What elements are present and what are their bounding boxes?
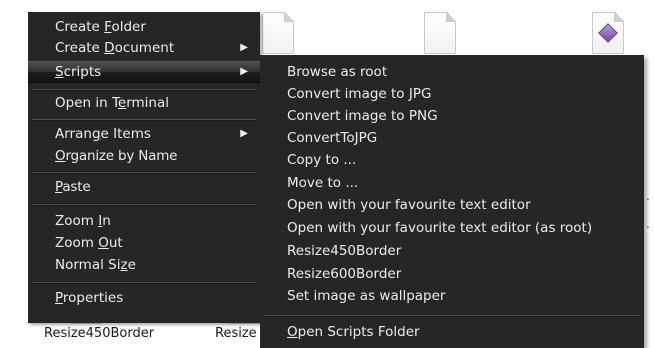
script-item-converttojpg[interactable]: ConvertToJPG bbox=[260, 127, 644, 149]
submenu-arrow-icon: ▶ bbox=[240, 66, 248, 77]
menu-item-label: aste bbox=[62, 179, 91, 195]
menu-item-label: Normal Si bbox=[55, 257, 121, 273]
script-item-copy-to[interactable]: Copy to ... bbox=[260, 149, 644, 171]
menu-item-normal-size[interactable]: Normal Size bbox=[28, 254, 260, 276]
menu-item-label: ut bbox=[108, 235, 123, 251]
menu-item-label: rminal bbox=[126, 95, 170, 111]
menu-item-label: Create bbox=[55, 40, 105, 56]
menu-item-open-in-terminal[interactable]: Open in Terminal bbox=[28, 92, 260, 114]
mnemonic-letter: O bbox=[287, 324, 298, 340]
mnemonic-letter: g bbox=[91, 126, 101, 142]
image-diamond-icon bbox=[598, 23, 618, 43]
menu-item-label: n bbox=[102, 213, 111, 229]
script-item-convert-to-png[interactable]: Convert image to PNG bbox=[260, 105, 644, 127]
menu-separator bbox=[32, 119, 256, 121]
document-icon[interactable] bbox=[424, 12, 456, 54]
menu-item-arrange-items[interactable]: Arrange Items ▶ bbox=[28, 123, 260, 145]
menu-item-paste[interactable]: Paste bbox=[28, 176, 260, 198]
script-item-move-to[interactable]: Move to ... bbox=[260, 172, 644, 194]
menu-item-organize-by-name[interactable]: Organize by Name bbox=[28, 145, 260, 167]
menu-item-label: Open in T bbox=[55, 95, 118, 111]
menu-separator bbox=[32, 204, 256, 206]
menu-item-create-folder[interactable]: Create Folder bbox=[28, 16, 260, 38]
document-icon[interactable] bbox=[262, 12, 294, 54]
menu-item-label: Arran bbox=[55, 126, 92, 142]
script-item-resize450border[interactable]: Resize450Border bbox=[260, 240, 644, 262]
menu-item-label: e bbox=[127, 257, 136, 273]
script-item-convert-to-jpg[interactable]: Convert image to JPG bbox=[260, 83, 644, 105]
menu-separator bbox=[32, 89, 256, 91]
menu-item-label: pen Scripts Folder bbox=[297, 324, 420, 340]
menu-item-zoom-in[interactable]: Zoom In bbox=[28, 210, 260, 232]
menu-item-label: roperties bbox=[62, 290, 124, 306]
script-item-browse-as-root[interactable]: Browse as root bbox=[260, 61, 644, 83]
submenu-arrow-icon: ▶ bbox=[240, 42, 248, 53]
menu-separator bbox=[32, 172, 256, 174]
desktop-context-menu: Create Folder Create Document ▶ Scripts … bbox=[28, 12, 260, 323]
menu-item-zoom-out[interactable]: Zoom Out bbox=[28, 232, 260, 254]
menu-item-label: rganize by Name bbox=[65, 148, 178, 164]
menu-item-label: older bbox=[111, 19, 146, 35]
script-item-open-scripts-folder[interactable]: Open Scripts Folder bbox=[260, 321, 644, 343]
menu-separator bbox=[264, 315, 640, 317]
scripts-submenu: Browse as root Convert image to JPG Conv… bbox=[260, 55, 644, 348]
menu-item-label: e Items bbox=[100, 126, 151, 142]
menu-item-label: Zoom bbox=[55, 213, 99, 229]
submenu-arrow-icon: ▶ bbox=[240, 128, 248, 139]
script-item-set-wallpaper[interactable]: Set image as wallpaper bbox=[260, 285, 644, 307]
menu-item-label: Zoom bbox=[55, 235, 99, 251]
menu-item-label: ocument bbox=[114, 40, 175, 56]
menu-item-scripts[interactable]: Scripts ▶ bbox=[28, 61, 260, 83]
mnemonic-letter: D bbox=[104, 40, 115, 56]
edge-glyph: . bbox=[646, 189, 650, 203]
menu-item-label: cripts bbox=[63, 64, 102, 80]
mnemonic-letter: O bbox=[55, 148, 66, 164]
mnemonic-letter: P bbox=[55, 290, 63, 306]
file-label-resize[interactable]: Resize bbox=[215, 326, 260, 341]
script-item-resize600border[interactable]: Resize600Border bbox=[260, 263, 644, 285]
menu-item-create-document[interactable]: Create Document ▶ bbox=[28, 37, 260, 59]
mnemonic-letter: O bbox=[98, 235, 109, 251]
image-file-icon[interactable] bbox=[592, 12, 624, 54]
menu-item-properties[interactable]: Properties bbox=[28, 287, 260, 309]
menu-separator bbox=[32, 282, 256, 284]
mnemonic-letter: S bbox=[55, 64, 64, 80]
edge-glyph: . bbox=[646, 217, 650, 231]
mnemonic-letter: e bbox=[117, 95, 127, 111]
menu-item-label: Create bbox=[55, 19, 105, 35]
file-label-resize450border[interactable]: Resize450Border bbox=[44, 326, 154, 341]
script-item-open-with-text-editor[interactable]: Open with your favourite text editor bbox=[260, 194, 644, 216]
mnemonic-letter: z bbox=[120, 257, 128, 273]
script-item-open-with-text-editor-root[interactable]: Open with your favourite text editor (as… bbox=[260, 217, 644, 239]
